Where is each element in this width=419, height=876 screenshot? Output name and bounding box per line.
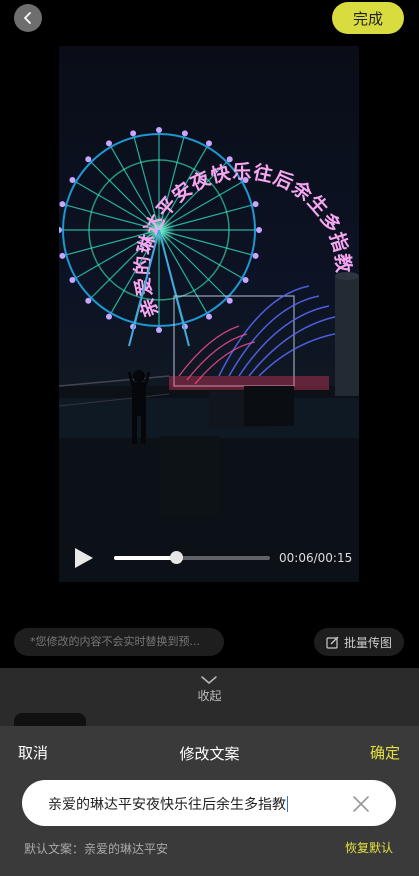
play-icon[interactable] xyxy=(71,546,95,570)
wheel-cabin xyxy=(69,277,76,283)
replace-hint: *您修改的内容不会实时替换到预... xyxy=(14,628,224,656)
text-input-value[interactable]: 亲爱的琳达平安夜快乐往后余生多指教 xyxy=(48,797,286,813)
done-button[interactable]: 完成 xyxy=(332,2,404,34)
default-text-label: 默认文案：亲爱的琳达平安 xyxy=(24,842,169,856)
edit-icon xyxy=(326,636,339,649)
video-progress-bar[interactable] xyxy=(114,551,270,564)
back-button[interactable] xyxy=(14,4,42,32)
video-time-display: 00:06/00:15 xyxy=(279,551,353,565)
wheel-cabin xyxy=(69,177,76,183)
wheel-cabin xyxy=(242,277,249,283)
wheel-cabin xyxy=(156,127,162,133)
wheel-cabin xyxy=(256,227,262,233)
batch-upload-button[interactable]: 批量传图 xyxy=(314,628,404,656)
edit-text-sheet: 取消 修改文案 确定 亲爱的琳达平安夜快乐往后余生多指教 默认文案：亲爱的琳达平… xyxy=(0,726,419,876)
ferris-wheel-scene: 亲爱的琳达平安夜快乐往后余生多指教 xyxy=(59,127,359,582)
wheel-cabin xyxy=(181,130,188,137)
wheel-cabin xyxy=(85,156,92,163)
sheet-title: 修改文案 xyxy=(179,745,240,763)
text-input[interactable]: 亲爱的琳达平安夜快乐往后余生多指教 xyxy=(22,780,396,826)
wheel-cabin xyxy=(106,140,112,147)
wheel-cabin xyxy=(226,156,233,163)
wheel-cabin xyxy=(59,227,62,233)
restore-default-button[interactable]: 恢复默认 xyxy=(345,839,393,856)
collapse-label[interactable]: 收起 xyxy=(0,687,419,704)
wheel-cabin xyxy=(106,313,112,320)
wheel-cabin xyxy=(226,297,233,304)
wheel-cabin xyxy=(85,297,92,304)
wheel-cabin xyxy=(156,327,162,333)
video-preview[interactable]: 亲爱的琳达平安夜快乐往后余生多指教 xyxy=(59,46,359,582)
batch-upload-label: 批量传图 xyxy=(343,635,392,650)
wheel-cabin xyxy=(59,201,66,208)
text-cursor xyxy=(287,796,288,812)
chevron-left-icon xyxy=(24,12,31,24)
confirm-button[interactable]: 确定 xyxy=(370,742,400,763)
text-input-value-wrap[interactable]: 亲爱的琳达平安夜快乐往后余生多指教 xyxy=(48,794,288,814)
chevron-down-icon[interactable] xyxy=(200,674,218,686)
clear-icon[interactable] xyxy=(352,795,370,813)
wheel-cabin xyxy=(252,252,259,259)
wheel-cabin xyxy=(252,201,259,208)
wheel-cabin xyxy=(59,252,66,259)
wheel-cabin xyxy=(206,313,212,320)
video-progress-fill xyxy=(114,556,177,560)
wheel-cabin xyxy=(206,140,212,147)
wheel-cabin xyxy=(130,130,137,137)
